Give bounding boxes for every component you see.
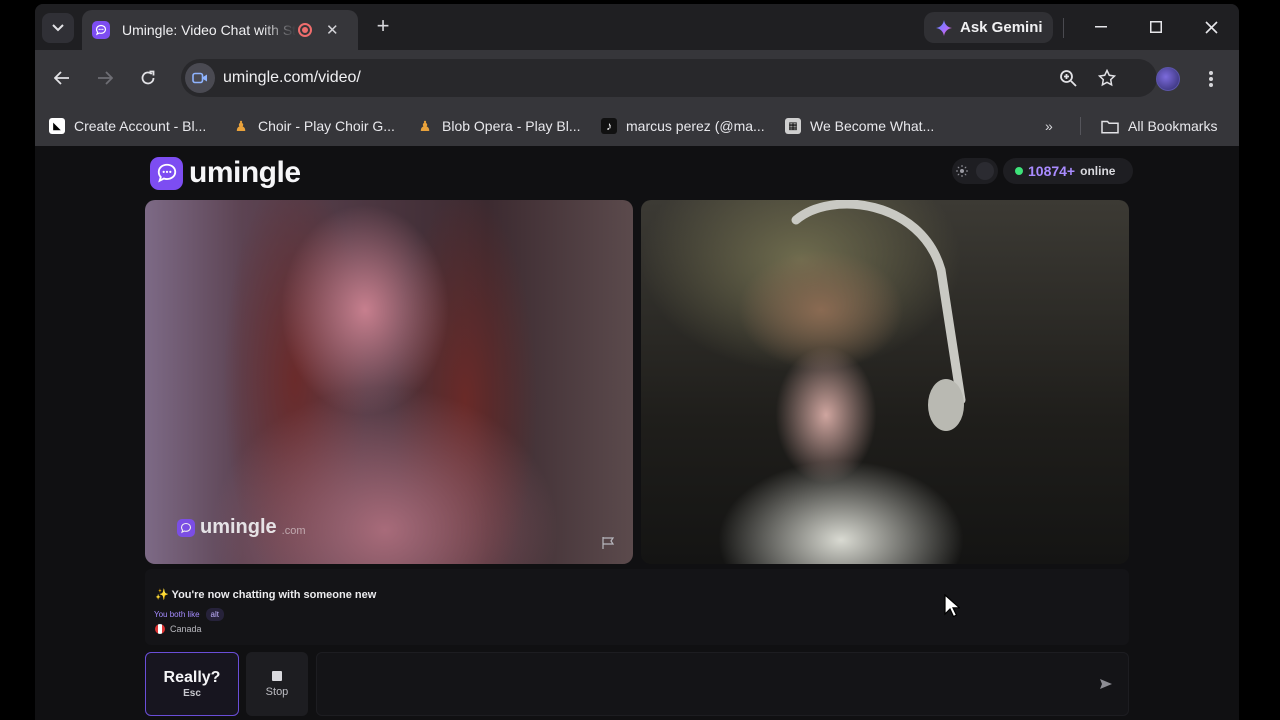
stop-label: Stop [265,685,289,698]
both-like-label: You both like [154,610,200,619]
close-window-button[interactable] [1191,14,1231,40]
zoom-button[interactable] [1058,68,1078,88]
bookmarks-bar: ◣ Create Account - Bl... ♟ Choir - Play … [35,106,1239,146]
umingle-favicon-icon [92,21,110,39]
message-input[interactable] [316,652,1129,716]
interest-tag: alt [205,608,224,621]
url-text: umingle.com/video/ [223,69,361,86]
online-status-icon [1015,167,1023,175]
chat-bubble-icon [150,156,183,190]
close-icon [1204,20,1218,34]
country-label: Canada [170,624,202,634]
online-label: online [1080,164,1116,178]
star-icon [1098,69,1116,87]
bluesky-icon: ◣ [49,118,65,134]
bookmark-label: marcus perez (@ma... [626,118,765,134]
gemini-sparkle-icon [936,19,952,36]
blob-opera-icon: ♟ [418,117,432,134]
mouse-pointer-icon [944,594,960,618]
browser-toolbar: umingle.com/video/ [35,50,1239,106]
stop-button[interactable]: Stop [246,652,308,716]
sun-icon [956,165,968,177]
ask-gemini-label: Ask Gemini [960,19,1043,36]
choir-icon: ♟ [234,117,248,134]
send-button[interactable] [1096,674,1116,694]
address-bar[interactable]: umingle.com/video/ [181,59,1157,97]
bookmark-label: Blob Opera - Play Bl... [442,118,581,134]
chat-log: ✨ You're now chatting with someone new Y… [145,569,1129,645]
minimize-icon [1095,26,1107,28]
bookmark-label: We Become What... [810,118,935,134]
esc-shortcut-label: Esc [183,688,201,699]
bookmark-choir[interactable]: ♟ Choir - Play Choir G... [233,114,395,138]
reload-icon [141,70,155,85]
really-label: Really? [163,669,221,686]
online-counter: 10874+ online [1003,158,1133,184]
bookmark-label: Create Account - Bl... [74,118,207,134]
watermark-logo-icon [177,518,195,537]
back-button[interactable] [48,64,76,92]
recording-indicator-icon [298,23,312,37]
umingle-watermark: umingle .com [177,516,306,539]
video-camera-icon [192,72,207,84]
profile-avatar[interactable] [1156,67,1180,91]
logo-text: umingle [189,156,301,189]
theme-toggle[interactable] [952,158,998,184]
arrow-left-icon [54,71,69,85]
common-interests: You both like alt [154,608,224,621]
stranger-video: umingle .com [145,200,633,564]
browser-menu-button[interactable] [1201,68,1221,90]
watermark-text: umingle [200,516,277,538]
tab-close-icon[interactable]: ✕ [326,21,339,39]
browser-window: Umingle: Video Chat with Strangers ✕ + A… [35,4,1239,720]
bookmarks-divider [1080,117,1081,135]
watermark-suffix: .com [281,524,306,537]
ask-gemini-button[interactable]: Ask Gemini [924,12,1053,43]
stop-icon [272,670,282,681]
bookmark-blob-opera[interactable]: ♟ Blob Opera - Play Bl... [417,114,581,138]
headset-shape [791,200,966,431]
maximize-icon [1150,21,1162,33]
folder-icon [1101,120,1119,134]
skip-really-button[interactable]: Really? Esc [145,652,239,716]
maximize-button[interactable] [1136,14,1176,40]
canada-flag-icon [155,624,165,634]
stranger-country: Canada [155,624,202,634]
tab-umingle[interactable]: Umingle: Video Chat with Strangers ✕ [82,10,358,50]
tab-search-button[interactable] [42,13,74,43]
chevron-down-icon [52,24,64,32]
chat-controls: Really? Esc Stop [145,652,1129,716]
minimize-button[interactable] [1081,14,1121,40]
tab-strip: Umingle: Video Chat with Strangers ✕ + A… [35,4,1239,50]
online-count: 10874+ [1028,163,1076,179]
bookmark-we-become-what[interactable]: ▦ We Become What... [785,114,934,138]
theme-toggle-knob [976,162,994,180]
bookmark-create-account[interactable]: ◣ Create Account - Bl... [49,114,206,138]
chat-status-message: ✨ You're now chatting with someone new [155,589,377,601]
all-bookmarks-button[interactable]: All Bookmarks [1101,114,1217,138]
zoom-in-icon [1060,70,1077,87]
arrow-right-icon [98,71,113,85]
bookmark-tiktok[interactable]: ♪ marcus perez (@ma... [601,114,765,138]
bookmark-star-button[interactable] [1097,68,1117,88]
more-bookmarks-chevron-icon[interactable]: » [1045,118,1053,134]
report-flag-icon[interactable] [601,536,617,550]
tab-title: Umingle: Video Chat with Strangers [122,22,296,38]
game-icon: ▦ [785,118,801,134]
all-bookmarks-label: All Bookmarks [1128,118,1218,134]
umingle-page: umingle 10874+ online umingle .com ✨ You… [35,146,1239,720]
forward-button[interactable] [91,64,119,92]
self-camera-video [641,200,1129,564]
umingle-logo[interactable]: umingle [150,156,301,190]
new-tab-button[interactable]: + [371,14,395,40]
tiktok-icon: ♪ [601,118,617,134]
bookmark-label: Choir - Play Choir G... [258,118,395,134]
site-info-button[interactable] [185,63,215,93]
reload-button[interactable] [134,64,162,92]
send-icon [1100,679,1112,689]
tabstrip-divider [1063,18,1064,38]
